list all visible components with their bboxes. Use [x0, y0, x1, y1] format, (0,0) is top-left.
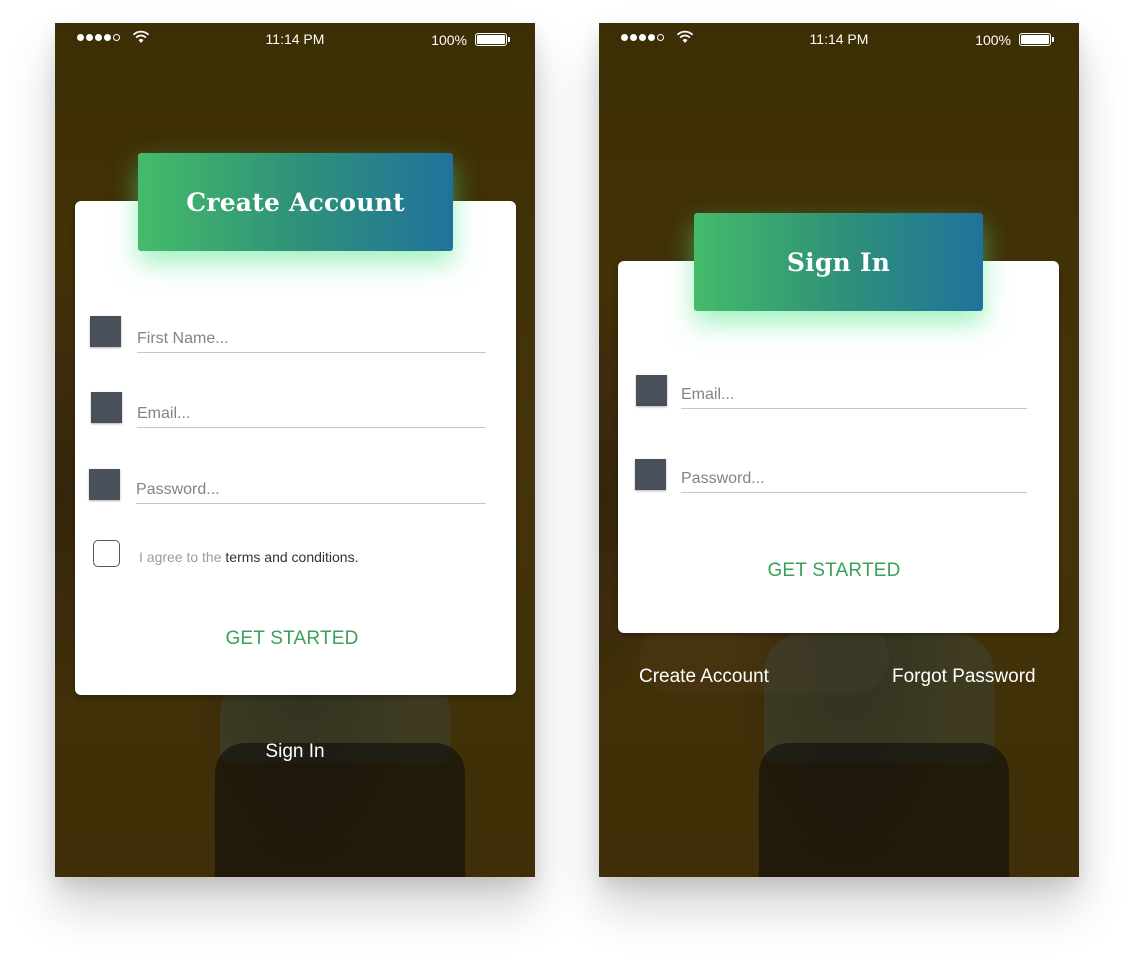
mockup-canvas: 11:14 PM 100% I agree to the terms and c… [0, 0, 1134, 964]
battery-percentage: 100% [975, 32, 1011, 48]
battery-icon [475, 33, 510, 46]
terms-checkbox[interactable] [93, 540, 120, 567]
terms-text: I agree to the terms and conditions. [139, 549, 358, 565]
sign-in-title: Sign In [694, 213, 983, 311]
terms-link[interactable]: terms and conditions. [225, 549, 358, 565]
battery-icon [1019, 33, 1054, 46]
email-input[interactable] [137, 402, 486, 428]
sign-in-card: GET STARTED [618, 261, 1059, 633]
create-account-screen: 11:14 PM 100% I agree to the terms and c… [55, 23, 535, 877]
lock-icon [635, 459, 666, 490]
email-icon [91, 392, 122, 423]
battery-percentage: 100% [431, 32, 467, 48]
email-input[interactable] [681, 383, 1027, 409]
sign-in-screen: 11:14 PM 100% GET STARTED Sign In Create… [599, 23, 1079, 877]
first-name-input[interactable] [137, 327, 486, 353]
lock-icon [89, 469, 120, 500]
terms-prefix: I agree to the [139, 549, 226, 565]
get-started-button[interactable]: GET STARTED [732, 557, 936, 585]
email-icon [636, 375, 667, 406]
background-figure-legs [759, 743, 1009, 877]
status-bar: 11:14 PM 100% [55, 23, 535, 57]
password-input[interactable] [136, 478, 486, 504]
create-account-link[interactable]: Create Account [639, 666, 769, 688]
background-figure-legs [215, 743, 465, 877]
sign-in-link[interactable]: Sign In [255, 741, 335, 763]
user-icon [90, 316, 121, 347]
password-input[interactable] [681, 467, 1027, 493]
create-account-card: I agree to the terms and conditions. GET… [75, 201, 516, 695]
forgot-password-link[interactable]: Forgot Password [892, 666, 1036, 688]
status-bar: 11:14 PM 100% [599, 23, 1079, 57]
get-started-button[interactable]: GET STARTED [190, 625, 394, 653]
create-account-title: Create Account [138, 153, 453, 251]
